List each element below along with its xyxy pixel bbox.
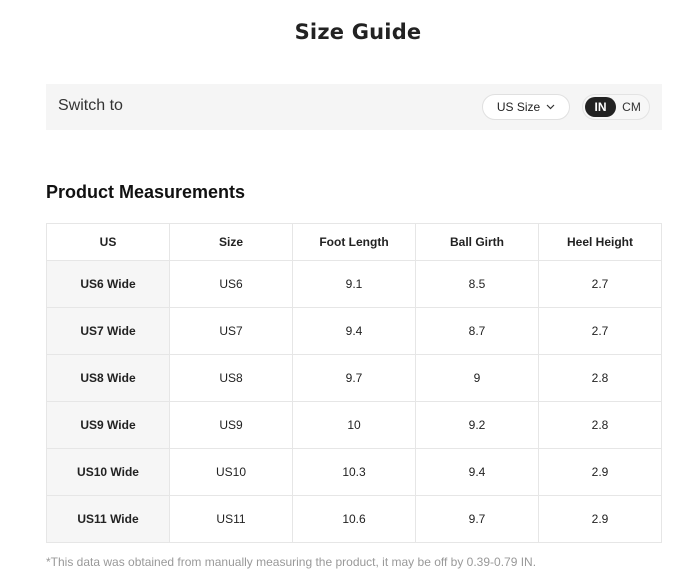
table-cell: 2.7 [538, 307, 662, 355]
table-row: US8 Wide US8 9.7 9 2.8 [46, 354, 662, 402]
table-cell: 2.8 [538, 401, 662, 449]
table-cell: 9.4 [415, 448, 539, 496]
table-row: US6 Wide US6 9.1 8.5 2.7 [46, 260, 662, 308]
table-cell: US10 Wide [46, 448, 170, 496]
column-header: Ball Girth [415, 223, 539, 261]
table-cell: US8 [169, 354, 293, 402]
table-cell: US9 [169, 401, 293, 449]
size-system-value: US Size [496, 100, 541, 114]
table-header-row: US Size Foot Length Ball Girth Heel Heig… [46, 223, 662, 261]
table-cell: 10.6 [292, 495, 416, 543]
table-cell: 2.7 [538, 260, 662, 308]
table-cell: 9.7 [415, 495, 539, 543]
table-cell: 8.7 [415, 307, 539, 355]
table-cell: US8 Wide [46, 354, 170, 402]
table-cell: US6 Wide [46, 260, 170, 308]
unit-option-in[interactable]: IN [585, 97, 616, 117]
page-title: Size Guide [294, 20, 422, 44]
table-cell: US6 [169, 260, 293, 308]
table-cell: 10.3 [292, 448, 416, 496]
measurements-table: US Size Foot Length Ball Girth Heel Heig… [46, 223, 662, 543]
unit-option-cm[interactable]: CM [616, 97, 647, 117]
unit-switch-bar: Switch to US Size IN CM [46, 84, 662, 130]
table-cell: 2.9 [538, 495, 662, 543]
table-cell: US9 Wide [46, 401, 170, 449]
column-header: Foot Length [292, 223, 416, 261]
table-row: US9 Wide US9 10 9.2 2.8 [46, 401, 662, 449]
column-header: Heel Height [538, 223, 662, 261]
table-cell: 9.7 [292, 354, 416, 402]
measurement-footnote: *This data was obtained from manually me… [46, 555, 537, 569]
table-cell: US7 Wide [46, 307, 170, 355]
table-row: US7 Wide US7 9.4 8.7 2.7 [46, 307, 662, 355]
column-header: Size [169, 223, 293, 261]
table-cell: 8.5 [415, 260, 539, 308]
table-cell: 2.9 [538, 448, 662, 496]
table-cell: US7 [169, 307, 293, 355]
table-cell: US11 Wide [46, 495, 170, 543]
table-cell: 9.1 [292, 260, 416, 308]
table-cell: 2.8 [538, 354, 662, 402]
table-row: US11 Wide US11 10.6 9.7 2.9 [46, 495, 662, 543]
table-cell: 9.4 [292, 307, 416, 355]
table-cell: US10 [169, 448, 293, 496]
switch-to-label: Switch to [58, 97, 123, 114]
chevron-down-icon [546, 104, 555, 110]
table-cell: 9.2 [415, 401, 539, 449]
table-cell: 10 [292, 401, 416, 449]
section-title: Product Measurements [46, 182, 246, 202]
unit-toggle: IN CM [582, 94, 650, 120]
table-cell: 9 [415, 354, 539, 402]
table-cell: US11 [169, 495, 293, 543]
table-row: US10 Wide US10 10.3 9.4 2.9 [46, 448, 662, 496]
column-header: US [46, 223, 170, 261]
size-system-dropdown[interactable]: US Size [482, 94, 570, 120]
